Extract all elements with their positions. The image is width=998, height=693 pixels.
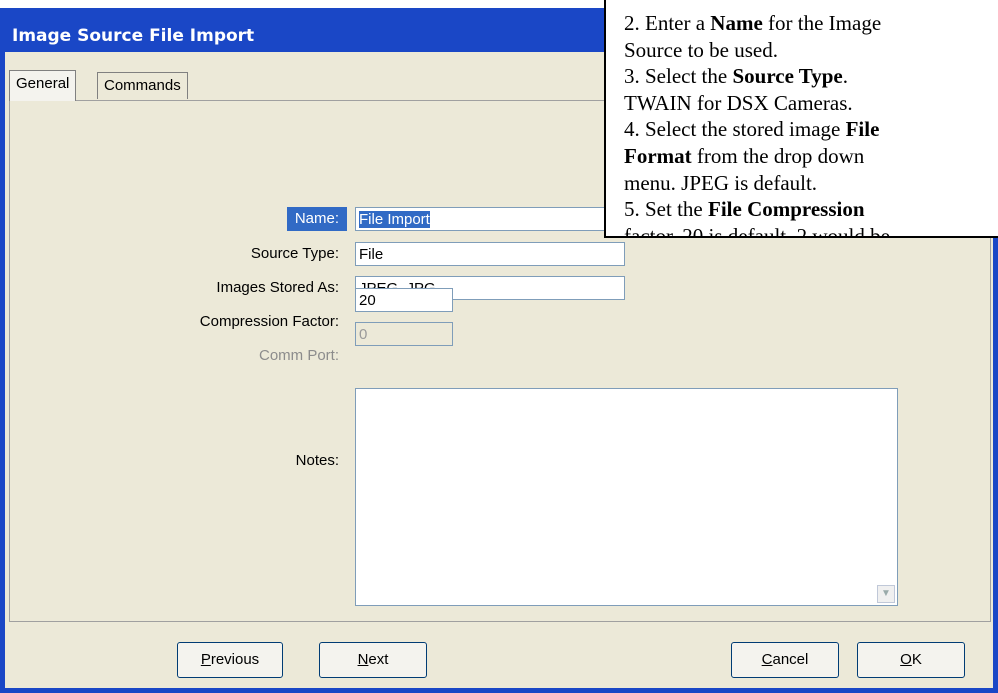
source-type-label: Source Type: <box>250 245 339 262</box>
callout-line: 4. Select the stored image File <box>624 116 998 143</box>
callout-line: 3. Select the Source Type. <box>624 63 998 90</box>
callout-line: menu. JPEG is default. <box>624 170 998 197</box>
callout-line: 2. Enter a Name for the Image <box>624 10 998 37</box>
callout-line: factor. 20 is default. 2 would be <box>624 223 998 238</box>
callout-text: 5. Set the <box>624 197 708 222</box>
cancel-button[interactable]: Cancel <box>731 642 839 678</box>
callout-text: 4. Select the stored image <box>624 117 846 142</box>
tab-general[interactable]: General <box>9 70 77 101</box>
callout-text: 3. Select the <box>624 64 733 89</box>
images-stored-as-label: Images Stored As: <box>216 279 339 296</box>
callout-text: 2. Enter a <box>624 11 711 35</box>
name-field[interactable]: File Import <box>355 207 625 231</box>
callout-line: Format from the drop down <box>624 143 998 170</box>
compression-factor-label: Compression Factor: <box>199 313 339 330</box>
callout-text: . <box>842 64 848 89</box>
comm-port-label: Comm Port: <box>258 347 339 364</box>
next-button[interactable]: Next <box>319 642 427 678</box>
compression-factor-field[interactable]: 20 <box>355 288 453 312</box>
ok-button[interactable]: OK <box>857 642 965 678</box>
comm-port-field: 0 <box>355 322 453 346</box>
callout-text: Source to be used. <box>624 37 778 62</box>
callout-bold-text: Name <box>710 11 763 35</box>
callout-line: TWAIN for DSX Cameras. <box>624 90 998 117</box>
callout-text: from the drop down <box>691 143 865 168</box>
previous-button[interactable]: Previous <box>177 642 283 678</box>
notes-label: Notes: <box>295 452 339 469</box>
help-callout: 2. Enter a Name for the Image Source to b… <box>604 0 998 238</box>
callout-bold-text: Format <box>624 143 692 168</box>
form-labels: Name: Source Type: Images Stored As: Com… <box>115 52 347 652</box>
callout-line: Source to be used. <box>624 37 998 64</box>
name-label: Name: <box>286 207 347 231</box>
source-type-select[interactable]: File <box>355 242 625 266</box>
callout-text: factor. 20 is default. 2 would be <box>624 223 890 238</box>
name-value: File Import <box>359 211 430 228</box>
callout-bold-text: File <box>845 117 880 142</box>
scroll-down-arrow-icon[interactable]: ▼ <box>877 585 895 603</box>
window-title: Image Source File Import <box>12 26 255 46</box>
callout-line: 5. Set the File Compression <box>624 196 998 223</box>
callout-text: menu. JPEG is default. <box>624 170 818 195</box>
callout-text: TWAIN for DSX Cameras. <box>624 90 853 115</box>
callout-bold-text: File Compression <box>708 197 865 222</box>
callout-bold-text: Source Type <box>732 64 843 89</box>
notes-textarea[interactable]: ▼ <box>355 388 898 606</box>
callout-text: for the Image <box>762 11 882 35</box>
